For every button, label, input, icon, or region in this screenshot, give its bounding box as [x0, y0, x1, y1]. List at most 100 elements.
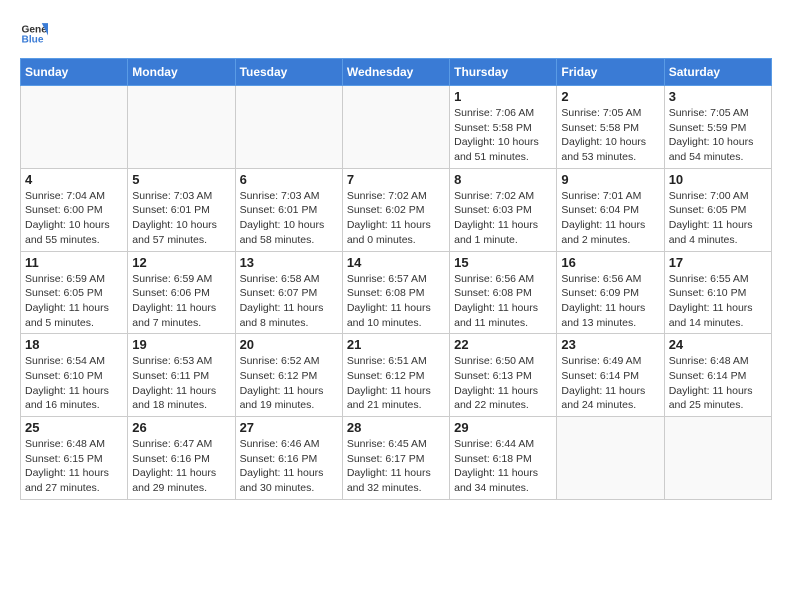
calendar-cell: [21, 86, 128, 169]
calendar-cell: 21Sunrise: 6:51 AM Sunset: 6:12 PM Dayli…: [342, 334, 449, 417]
calendar-cell: 29Sunrise: 6:44 AM Sunset: 6:18 PM Dayli…: [450, 417, 557, 500]
day-number: 27: [240, 420, 338, 435]
day-number: 19: [132, 337, 230, 352]
week-row-0: 1 Sunrise: 7:06 AM Sunset: 5:58 PM Daylig…: [21, 86, 772, 169]
calendar-cell: 5 Sunrise: 7:03 AM Sunset: 6:01 PM Daylig…: [128, 168, 235, 251]
calendar-cell: 11 Sunrise: 6:59 AM Sunset: 6:05 PM Dayli…: [21, 251, 128, 334]
day-info: Sunrise: 7:04 AM Sunset: 6:00 PM Dayligh…: [25, 189, 123, 248]
calendar-cell: 25 Sunrise: 6:48 AM Sunset: 6:15 PM Dayli…: [21, 417, 128, 500]
calendar-cell: 19 Sunrise: 6:53 AM Sunset: 6:11 PM Dayli…: [128, 334, 235, 417]
weekday-header-saturday: Saturday: [664, 59, 771, 86]
day-info: Sunrise: 7:06 AM Sunset: 5:58 PM Dayligh…: [454, 106, 552, 165]
day-number: 17: [669, 255, 767, 270]
logo: General Blue: [20, 20, 48, 48]
calendar-cell: 1 Sunrise: 7:06 AM Sunset: 5:58 PM Daylig…: [450, 86, 557, 169]
day-info: Sunrise: 6:59 AM Sunset: 6:06 PM Dayligh…: [132, 272, 230, 331]
day-number: 5: [132, 172, 230, 187]
day-number: 10: [669, 172, 767, 187]
day-info: Sunrise: 6:45 AM Sunset: 6:17 PM Dayligh…: [347, 437, 445, 496]
day-info: Sunrise: 6:54 AM Sunset: 6:10 PM Dayligh…: [25, 354, 123, 413]
day-number: 25: [25, 420, 123, 435]
calendar-cell: [235, 86, 342, 169]
page-header: General Blue: [20, 20, 772, 48]
calendar-cell: 15Sunrise: 6:56 AM Sunset: 6:08 PM Dayli…: [450, 251, 557, 334]
calendar-cell: [342, 86, 449, 169]
day-number: 26: [132, 420, 230, 435]
calendar-cell: 17 Sunrise: 6:55 AM Sunset: 6:10 PM Dayli…: [664, 251, 771, 334]
day-number: 12: [132, 255, 230, 270]
calendar-cell: 27 Sunrise: 6:46 AM Sunset: 6:16 PM Dayli…: [235, 417, 342, 500]
calendar-cell: 22 Sunrise: 6:50 AM Sunset: 6:13 PM Dayli…: [450, 334, 557, 417]
calendar-cell: 7 Sunrise: 7:02 AM Sunset: 6:02 PM Daylig…: [342, 168, 449, 251]
week-row-3: 18 Sunrise: 6:54 AM Sunset: 6:10 PM Dayli…: [21, 334, 772, 417]
calendar-cell: 14 Sunrise: 6:57 AM Sunset: 6:08 PM Dayli…: [342, 251, 449, 334]
weekday-header-monday: Monday: [128, 59, 235, 86]
day-info: Sunrise: 6:55 AM Sunset: 6:10 PM Dayligh…: [669, 272, 767, 331]
day-number: 28: [347, 420, 445, 435]
weekday-header-sunday: Sunday: [21, 59, 128, 86]
day-number: 24: [669, 337, 767, 352]
day-info: Sunrise: 6:44 AM Sunset: 6:18 PM Dayligh…: [454, 437, 552, 496]
day-info: Sunrise: 6:59 AM Sunset: 6:05 PM Dayligh…: [25, 272, 123, 331]
day-info: Sunrise: 6:48 AM Sunset: 6:15 PM Dayligh…: [25, 437, 123, 496]
day-number: 18: [25, 337, 123, 352]
day-info: Sunrise: 6:48 AM Sunset: 6:14 PM Dayligh…: [669, 354, 767, 413]
calendar-cell: 16 Sunrise: 6:56 AM Sunset: 6:09 PM Dayli…: [557, 251, 664, 334]
day-info: Sunrise: 6:49 AM Sunset: 6:14 PM Dayligh…: [561, 354, 659, 413]
day-number: 14: [347, 255, 445, 270]
day-number: 7: [347, 172, 445, 187]
day-info: Sunrise: 7:05 AM Sunset: 5:59 PM Dayligh…: [669, 106, 767, 165]
calendar-cell: 3 Sunrise: 7:05 AM Sunset: 5:59 PM Daylig…: [664, 86, 771, 169]
day-number: 13: [240, 255, 338, 270]
calendar-cell: 9 Sunrise: 7:01 AM Sunset: 6:04 PM Daylig…: [557, 168, 664, 251]
calendar-cell: 23 Sunrise: 6:49 AM Sunset: 6:14 PM Dayli…: [557, 334, 664, 417]
weekday-header-row: SundayMondayTuesdayWednesdayThursdayFrid…: [21, 59, 772, 86]
day-info: Sunrise: 6:51 AM Sunset: 6:12 PM Dayligh…: [347, 354, 445, 413]
svg-text:Blue: Blue: [22, 35, 44, 46]
day-info: Sunrise: 6:53 AM Sunset: 6:11 PM Dayligh…: [132, 354, 230, 413]
week-row-4: 25 Sunrise: 6:48 AM Sunset: 6:15 PM Dayli…: [21, 417, 772, 500]
day-number: 22: [454, 337, 552, 352]
day-number: 8: [454, 172, 552, 187]
day-info: Sunrise: 7:02 AM Sunset: 6:02 PM Dayligh…: [347, 189, 445, 248]
day-info: Sunrise: 7:05 AM Sunset: 5:58 PM Dayligh…: [561, 106, 659, 165]
day-info: Sunrise: 6:58 AM Sunset: 6:07 PM Dayligh…: [240, 272, 338, 331]
week-row-2: 11 Sunrise: 6:59 AM Sunset: 6:05 PM Dayli…: [21, 251, 772, 334]
calendar-cell: 28 Sunrise: 6:45 AM Sunset: 6:17 PM Dayli…: [342, 417, 449, 500]
calendar-cell: 18 Sunrise: 6:54 AM Sunset: 6:10 PM Dayli…: [21, 334, 128, 417]
day-info: Sunrise: 6:47 AM Sunset: 6:16 PM Dayligh…: [132, 437, 230, 496]
day-number: 23: [561, 337, 659, 352]
calendar-cell: 2Sunrise: 7:05 AM Sunset: 5:58 PM Daylig…: [557, 86, 664, 169]
day-info: Sunrise: 6:56 AM Sunset: 6:09 PM Dayligh…: [561, 272, 659, 331]
calendar-cell: [664, 417, 771, 500]
calendar-cell: 10 Sunrise: 7:00 AM Sunset: 6:05 PM Dayli…: [664, 168, 771, 251]
day-number: 16: [561, 255, 659, 270]
calendar-cell: 8 Sunrise: 7:02 AM Sunset: 6:03 PM Daylig…: [450, 168, 557, 251]
day-info: Sunrise: 7:01 AM Sunset: 6:04 PM Dayligh…: [561, 189, 659, 248]
day-number: 20: [240, 337, 338, 352]
day-info: Sunrise: 7:03 AM Sunset: 6:01 PM Dayligh…: [132, 189, 230, 248]
day-number: 1: [454, 89, 552, 104]
calendar-cell: 20 Sunrise: 6:52 AM Sunset: 6:12 PM Dayli…: [235, 334, 342, 417]
calendar-cell: 24 Sunrise: 6:48 AM Sunset: 6:14 PM Dayli…: [664, 334, 771, 417]
day-number: 9: [561, 172, 659, 187]
weekday-header-tuesday: Tuesday: [235, 59, 342, 86]
day-info: Sunrise: 6:50 AM Sunset: 6:13 PM Dayligh…: [454, 354, 552, 413]
day-info: Sunrise: 6:57 AM Sunset: 6:08 PM Dayligh…: [347, 272, 445, 331]
day-number: 3: [669, 89, 767, 104]
calendar-table: SundayMondayTuesdayWednesdayThursdayFrid…: [20, 58, 772, 500]
weekday-header-thursday: Thursday: [450, 59, 557, 86]
calendar-cell: 6Sunrise: 7:03 AM Sunset: 6:01 PM Daylig…: [235, 168, 342, 251]
calendar-cell: [557, 417, 664, 500]
weekday-header-friday: Friday: [557, 59, 664, 86]
day-info: Sunrise: 7:02 AM Sunset: 6:03 PM Dayligh…: [454, 189, 552, 248]
day-info: Sunrise: 6:52 AM Sunset: 6:12 PM Dayligh…: [240, 354, 338, 413]
logo-icon: General Blue: [20, 20, 48, 48]
day-number: 11: [25, 255, 123, 270]
day-info: Sunrise: 7:00 AM Sunset: 6:05 PM Dayligh…: [669, 189, 767, 248]
calendar-cell: 13 Sunrise: 6:58 AM Sunset: 6:07 PM Dayli…: [235, 251, 342, 334]
day-info: Sunrise: 6:56 AM Sunset: 6:08 PM Dayligh…: [454, 272, 552, 331]
calendar-cell: [128, 86, 235, 169]
calendar-cell: 26 Sunrise: 6:47 AM Sunset: 6:16 PM Dayli…: [128, 417, 235, 500]
day-info: Sunrise: 6:46 AM Sunset: 6:16 PM Dayligh…: [240, 437, 338, 496]
